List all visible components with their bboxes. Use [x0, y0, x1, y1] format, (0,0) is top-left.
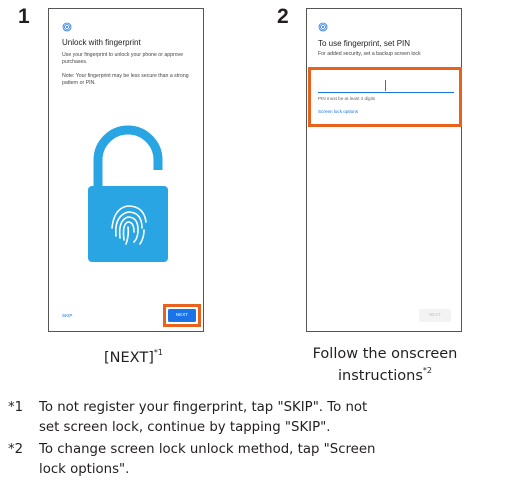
footnote-mark: *2 [8, 442, 24, 457]
next-button-label: NEXT [428, 312, 442, 317]
next-button-highlight [163, 304, 201, 327]
step-2-caption-line1: Follow the onscreen [312, 346, 458, 362]
fingerprint-icon [62, 22, 72, 32]
footnote-ref: *1 [153, 348, 163, 357]
fingerprint-lock-illustration [88, 125, 168, 262]
next-button-disabled[interactable]: NEXT [419, 309, 451, 322]
screen-security-note: Note: Your fingerprint may be less secur… [62, 73, 189, 87]
step-number-2: 2 [277, 5, 289, 28]
footnote-2: *2 To change screen lock unlock method, … [8, 440, 513, 480]
text-cursor [385, 80, 386, 91]
footnote-line: lock options". [39, 462, 130, 477]
pin-hint: PIN must be at least 4 digits [318, 96, 376, 101]
step-2-caption-line2: instructions*2 [278, 363, 492, 385]
footnote-line: To change screen lock unlock method, tap… [39, 442, 376, 457]
screen-description: Use your fingerprint to unlock your phon… [62, 52, 184, 66]
fingerprint-icon [318, 22, 328, 32]
step-number-1: 1 [18, 5, 30, 28]
pin-input[interactable] [318, 79, 454, 93]
footnote-line: To not register your fingerprint, tap "S… [39, 400, 368, 415]
skip-button[interactable]: SKIP [62, 313, 72, 318]
footnote-mark: *1 [8, 400, 24, 415]
footnote-1: *1 To not register your fingerprint, tap… [8, 398, 513, 438]
caption-text: [NEXT] [104, 349, 154, 366]
footnote-line: set screen lock, continue by tapping "SK… [39, 420, 331, 435]
phone-screen-2: To use fingerprint, set PIN For added se… [306, 8, 462, 332]
phone-screen-1: Unlock with fingerprint Use your fingerp… [48, 8, 204, 332]
step-1-caption: [NEXT]*1 [104, 345, 163, 367]
screen-title: Unlock with fingerprint [62, 38, 141, 47]
screen-lock-options-link[interactable]: Screen lock options [318, 109, 358, 114]
screen-title: To use fingerprint, set PIN [318, 39, 411, 48]
footnote-ref: *2 [422, 366, 432, 375]
caption-text: instructions [337, 367, 423, 384]
screen-subtitle: For added security, set a backup screen … [318, 51, 421, 57]
